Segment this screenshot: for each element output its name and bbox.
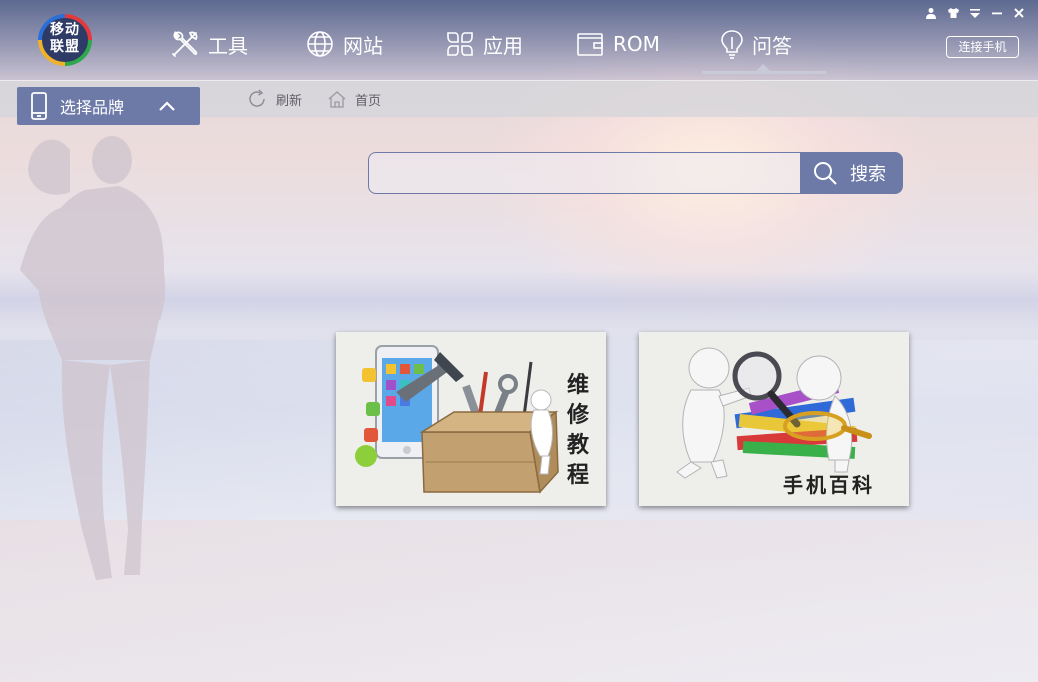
search-button[interactable]: 搜索 bbox=[800, 152, 903, 194]
apps-icon bbox=[447, 32, 473, 56]
chevron-up-icon bbox=[159, 101, 175, 111]
menu-button[interactable] bbox=[966, 4, 984, 22]
nav-tab-qa[interactable]: 问答 bbox=[720, 22, 830, 66]
user-icon bbox=[926, 8, 936, 19]
refresh-label: 刷新 bbox=[276, 93, 303, 109]
home-icon bbox=[328, 91, 346, 108]
repair-title-char-2: 修 bbox=[566, 402, 589, 428]
close-button[interactable] bbox=[1010, 4, 1028, 22]
nav-tab-apps[interactable]: 应用 bbox=[445, 22, 575, 66]
lightbulb-icon bbox=[721, 30, 743, 59]
beach-layer bbox=[0, 520, 1038, 682]
refresh-icon bbox=[249, 89, 265, 107]
close-icon bbox=[1014, 8, 1024, 18]
search-button-label: 搜索 bbox=[850, 164, 886, 185]
woman-silhouette bbox=[20, 136, 166, 580]
nav-tab-tools[interactable]: 工具 bbox=[170, 22, 305, 66]
logo-line-1: 移动 bbox=[50, 22, 80, 38]
brand-select-dropdown[interactable]: 选择品牌 bbox=[17, 87, 200, 125]
refresh-link[interactable]: 刷新 bbox=[246, 88, 302, 110]
search-icon bbox=[814, 162, 837, 185]
repair-tutorial-card[interactable]: 维 修 教 程 bbox=[336, 332, 606, 506]
minimize-button[interactable] bbox=[988, 4, 1006, 22]
tools-icon bbox=[172, 30, 198, 57]
repair-title-char-4: 程 bbox=[566, 462, 589, 488]
menu-icon bbox=[970, 9, 980, 18]
nav-qa-label: 问答 bbox=[752, 33, 792, 58]
nav-tab-rom[interactable]: ROM bbox=[575, 22, 720, 66]
app-logo[interactable]: 移动 联盟 bbox=[38, 14, 92, 66]
repair-title-char-3: 教 bbox=[566, 432, 589, 458]
wiki-card-title: 手机百科 bbox=[783, 473, 875, 497]
search-input[interactable] bbox=[368, 152, 801, 194]
brand-select-label: 选择品牌 bbox=[60, 98, 125, 117]
home-label: 首页 bbox=[355, 93, 382, 109]
nav-sites-label: 网站 bbox=[343, 33, 383, 58]
nav-apps-label: 应用 bbox=[483, 33, 523, 58]
horizon-band bbox=[0, 270, 1038, 330]
nav-tab-sites[interactable]: 网站 bbox=[305, 22, 445, 66]
wallet-icon bbox=[577, 33, 603, 56]
main-nav: 工具 网站 应用 ROM 问答 bbox=[170, 22, 830, 68]
active-tab-caret bbox=[756, 64, 770, 71]
repair-title-char-1: 维 bbox=[566, 372, 589, 398]
nav-rom-label: ROM bbox=[613, 32, 660, 56]
globe-icon bbox=[307, 31, 333, 57]
active-tab-indicator bbox=[702, 71, 826, 74]
skin-button[interactable] bbox=[944, 4, 962, 22]
minimize-icon bbox=[992, 12, 1002, 15]
repair-card-title: 维 修 教 程 bbox=[566, 370, 590, 490]
connect-phone-button[interactable]: 连接手机 bbox=[946, 36, 1019, 58]
shirt-icon bbox=[947, 8, 959, 18]
top-bar: 移动 联盟 工具 网站 应用 ROM 问答 连接手机 bbox=[0, 0, 1038, 80]
home-link[interactable]: 首页 bbox=[327, 88, 381, 110]
search-bar: 搜索 bbox=[368, 152, 903, 194]
nav-tools-label: 工具 bbox=[208, 33, 248, 58]
phone-icon bbox=[31, 92, 47, 120]
user-button[interactable] bbox=[922, 4, 940, 22]
logo-text: 移动 联盟 bbox=[38, 22, 92, 56]
window-controls bbox=[922, 4, 1028, 22]
logo-line-2: 联盟 bbox=[50, 39, 80, 55]
phone-wiki-card[interactable]: 手机百科 bbox=[639, 332, 909, 506]
